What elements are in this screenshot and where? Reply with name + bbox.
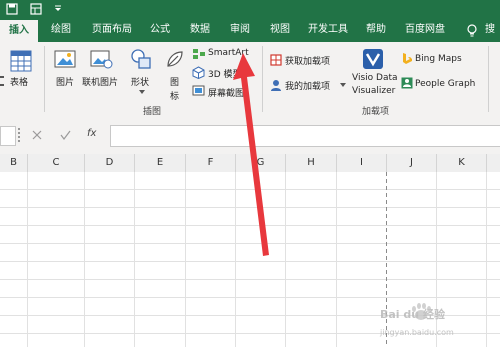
- form-icon[interactable]: [30, 3, 42, 15]
- visio-button-line2[interactable]: Visualizer: [352, 86, 395, 96]
- title-bar: [0, 0, 500, 18]
- get-addins-button[interactable]: 获取加载项: [285, 54, 330, 67]
- column-header-j[interactable]: J: [387, 154, 437, 172]
- lightbulb-icon[interactable]: [466, 24, 478, 37]
- addins-group-label: 加载项: [362, 107, 390, 117]
- icons-button-line2[interactable]: 标: [170, 89, 179, 102]
- tab-baidu-netdisk[interactable]: 百度网盘: [398, 18, 452, 42]
- formula-input[interactable]: [110, 125, 500, 147]
- insert-function-button[interactable]: fx: [87, 128, 96, 139]
- shapes-button[interactable]: 形状: [131, 75, 149, 88]
- quick-access-dropdown-icon[interactable]: [54, 5, 62, 13]
- picture-button[interactable]: 图片: [56, 75, 74, 88]
- tab-developer[interactable]: 开发工具: [302, 18, 354, 42]
- partial-icon: [0, 76, 4, 78]
- chevron-down-icon[interactable]: [340, 83, 346, 87]
- tab-help[interactable]: 帮助: [358, 18, 394, 42]
- tab-review[interactable]: 审阅: [222, 18, 258, 42]
- column-header-f[interactable]: F: [186, 154, 236, 172]
- enter-check-icon[interactable]: [60, 130, 71, 140]
- column-header-partial[interactable]: [487, 154, 500, 172]
- name-box[interactable]: [0, 126, 16, 146]
- table-button[interactable]: 表格: [10, 75, 28, 88]
- shapes-icon[interactable]: [130, 48, 152, 70]
- tab-draw[interactable]: 绘图: [42, 18, 80, 42]
- group-separator: [44, 46, 45, 112]
- bing-maps-button[interactable]: Bing Maps: [415, 54, 462, 64]
- icons-button-line1[interactable]: 图: [170, 75, 179, 88]
- bing-icon: [403, 53, 412, 64]
- column-header-d[interactable]: D: [85, 154, 135, 172]
- column-header-k[interactable]: K: [437, 154, 487, 172]
- tab-insert[interactable]: 插入: [0, 20, 38, 42]
- ribbon-tab-bar: 插入 绘图 页面布局 公式 数据 审阅 视图 开发工具 帮助 百度网盘 搜: [0, 18, 500, 42]
- tab-view[interactable]: 视图: [262, 18, 298, 42]
- watermark-title: Bai du 经验: [380, 308, 445, 321]
- visio-button-line1[interactable]: Visio Data: [352, 73, 398, 83]
- visio-icon[interactable]: [362, 48, 384, 70]
- tab-page-layout[interactable]: 页面布局: [86, 18, 138, 42]
- column-header-h[interactable]: H: [286, 154, 337, 172]
- table-icon[interactable]: [10, 50, 32, 72]
- tab-formulas[interactable]: 公式: [142, 18, 178, 42]
- online-picture-button[interactable]: 联机图片: [82, 75, 118, 88]
- chevron-down-icon[interactable]: [139, 90, 145, 94]
- icons-icon[interactable]: [164, 48, 186, 70]
- column-header-i[interactable]: I: [337, 154, 387, 172]
- people-graph-button[interactable]: People Graph: [415, 79, 475, 89]
- tab-tell-me[interactable]: 搜: [480, 18, 500, 42]
- online-picture-icon[interactable]: [90, 48, 114, 70]
- my-addins-button[interactable]: 我的加载项: [285, 79, 330, 92]
- column-header-c[interactable]: C: [28, 154, 85, 172]
- group-separator: [488, 46, 489, 112]
- cancel-icon[interactable]: [32, 130, 42, 140]
- save-icon[interactable]: [6, 3, 18, 15]
- picture-icon[interactable]: [54, 48, 76, 70]
- tab-data[interactable]: 数据: [182, 18, 218, 42]
- column-header-b[interactable]: B: [0, 154, 28, 172]
- 3d-model-icon: [192, 66, 205, 79]
- red-annotation-arrow: [233, 53, 269, 256]
- people-graph-icon: [401, 77, 413, 89]
- watermark-url: jingyan.baidu.com: [380, 328, 454, 337]
- screenshot-icon: [192, 85, 205, 96]
- smartart-icon: [193, 49, 205, 59]
- partial-icon: [0, 84, 4, 86]
- illustrations-group-label: 插图: [143, 107, 162, 117]
- column-header-e[interactable]: E: [135, 154, 186, 172]
- splitter-handle[interactable]: [18, 128, 22, 142]
- watermark: Bai du 经验 jingyan.baidu.com: [380, 300, 498, 345]
